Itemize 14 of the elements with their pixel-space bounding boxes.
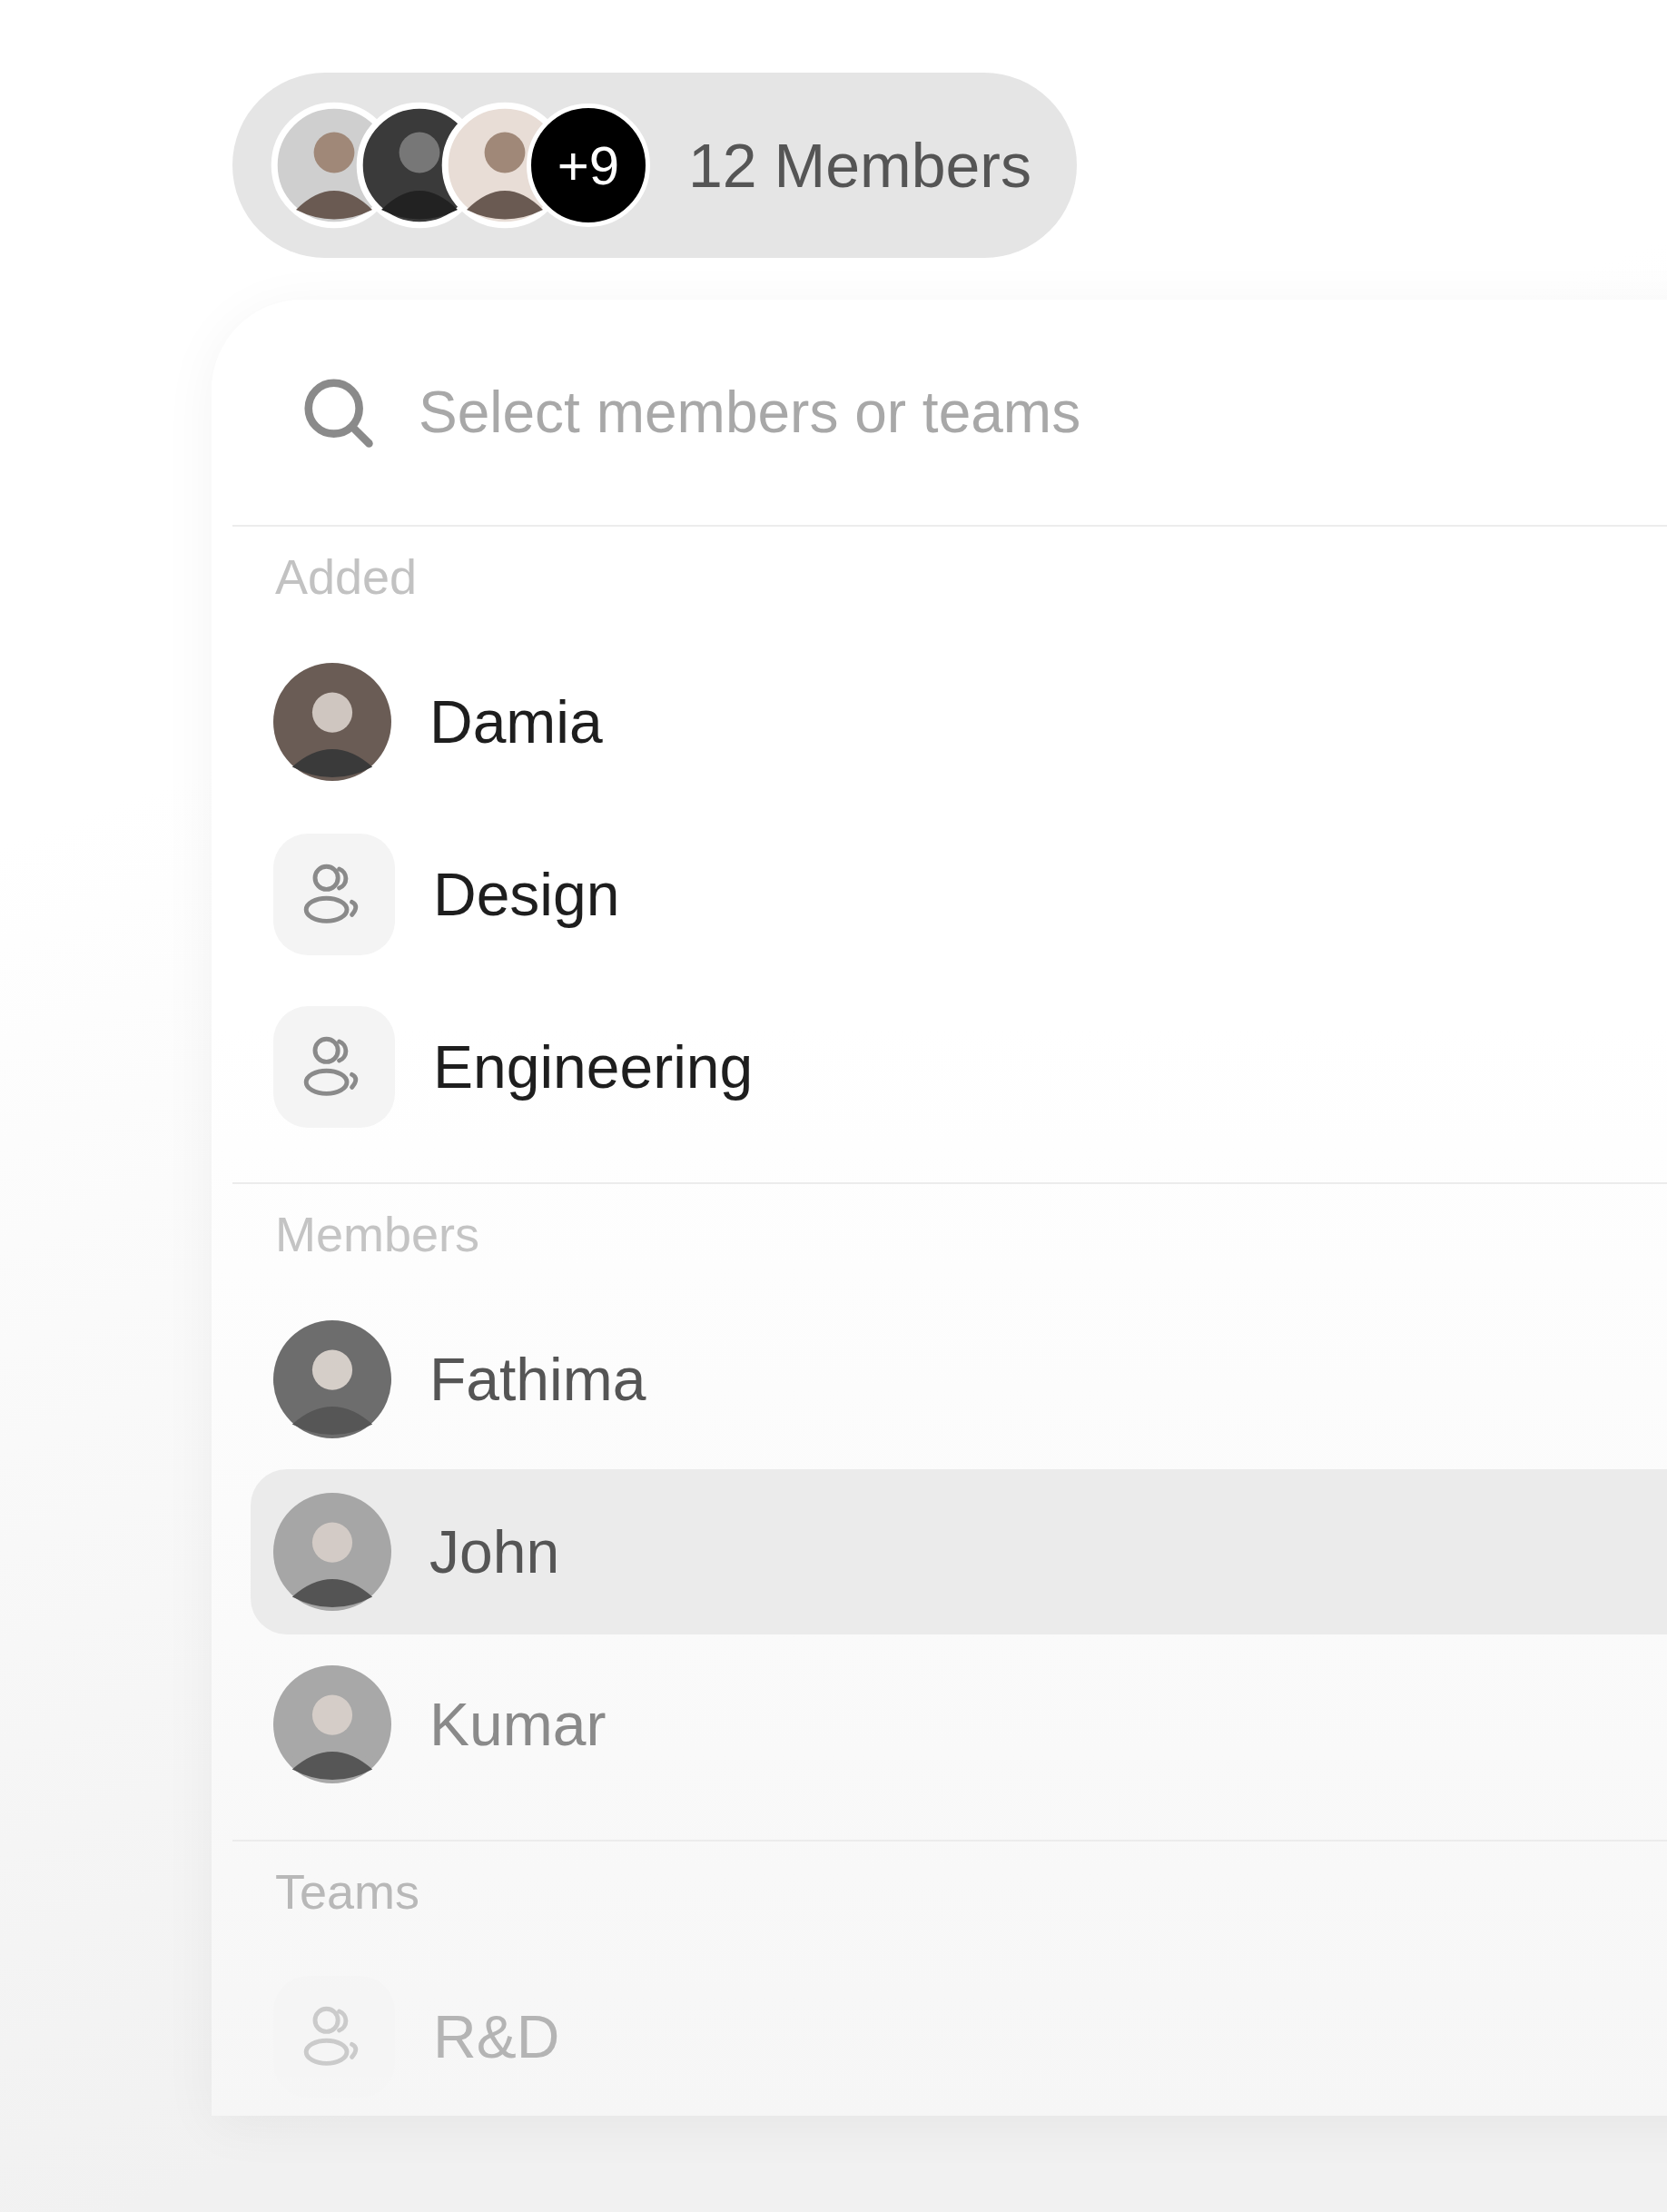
section-heading: Added — [275, 548, 419, 605]
more-count-badge: +9 — [527, 104, 650, 227]
section-heading: Teams — [275, 1863, 421, 1920]
members-pill[interactable]: +9 12 Members — [232, 73, 1077, 258]
list-item[interactable]: Damia — [251, 639, 1667, 805]
member-count: 12 Members — [688, 130, 1031, 201]
search-field[interactable]: Select members or teams — [419, 379, 1417, 446]
team-icon — [273, 1006, 395, 1128]
list-item[interactable]: John — [251, 1469, 1667, 1634]
list-item[interactable]: Engineering — [251, 984, 1667, 1150]
section-heading: Members — [275, 1206, 481, 1262]
team-icon — [273, 834, 395, 955]
list-item[interactable]: Design — [251, 812, 1667, 977]
list-item[interactable]: Fathima — [251, 1297, 1667, 1462]
